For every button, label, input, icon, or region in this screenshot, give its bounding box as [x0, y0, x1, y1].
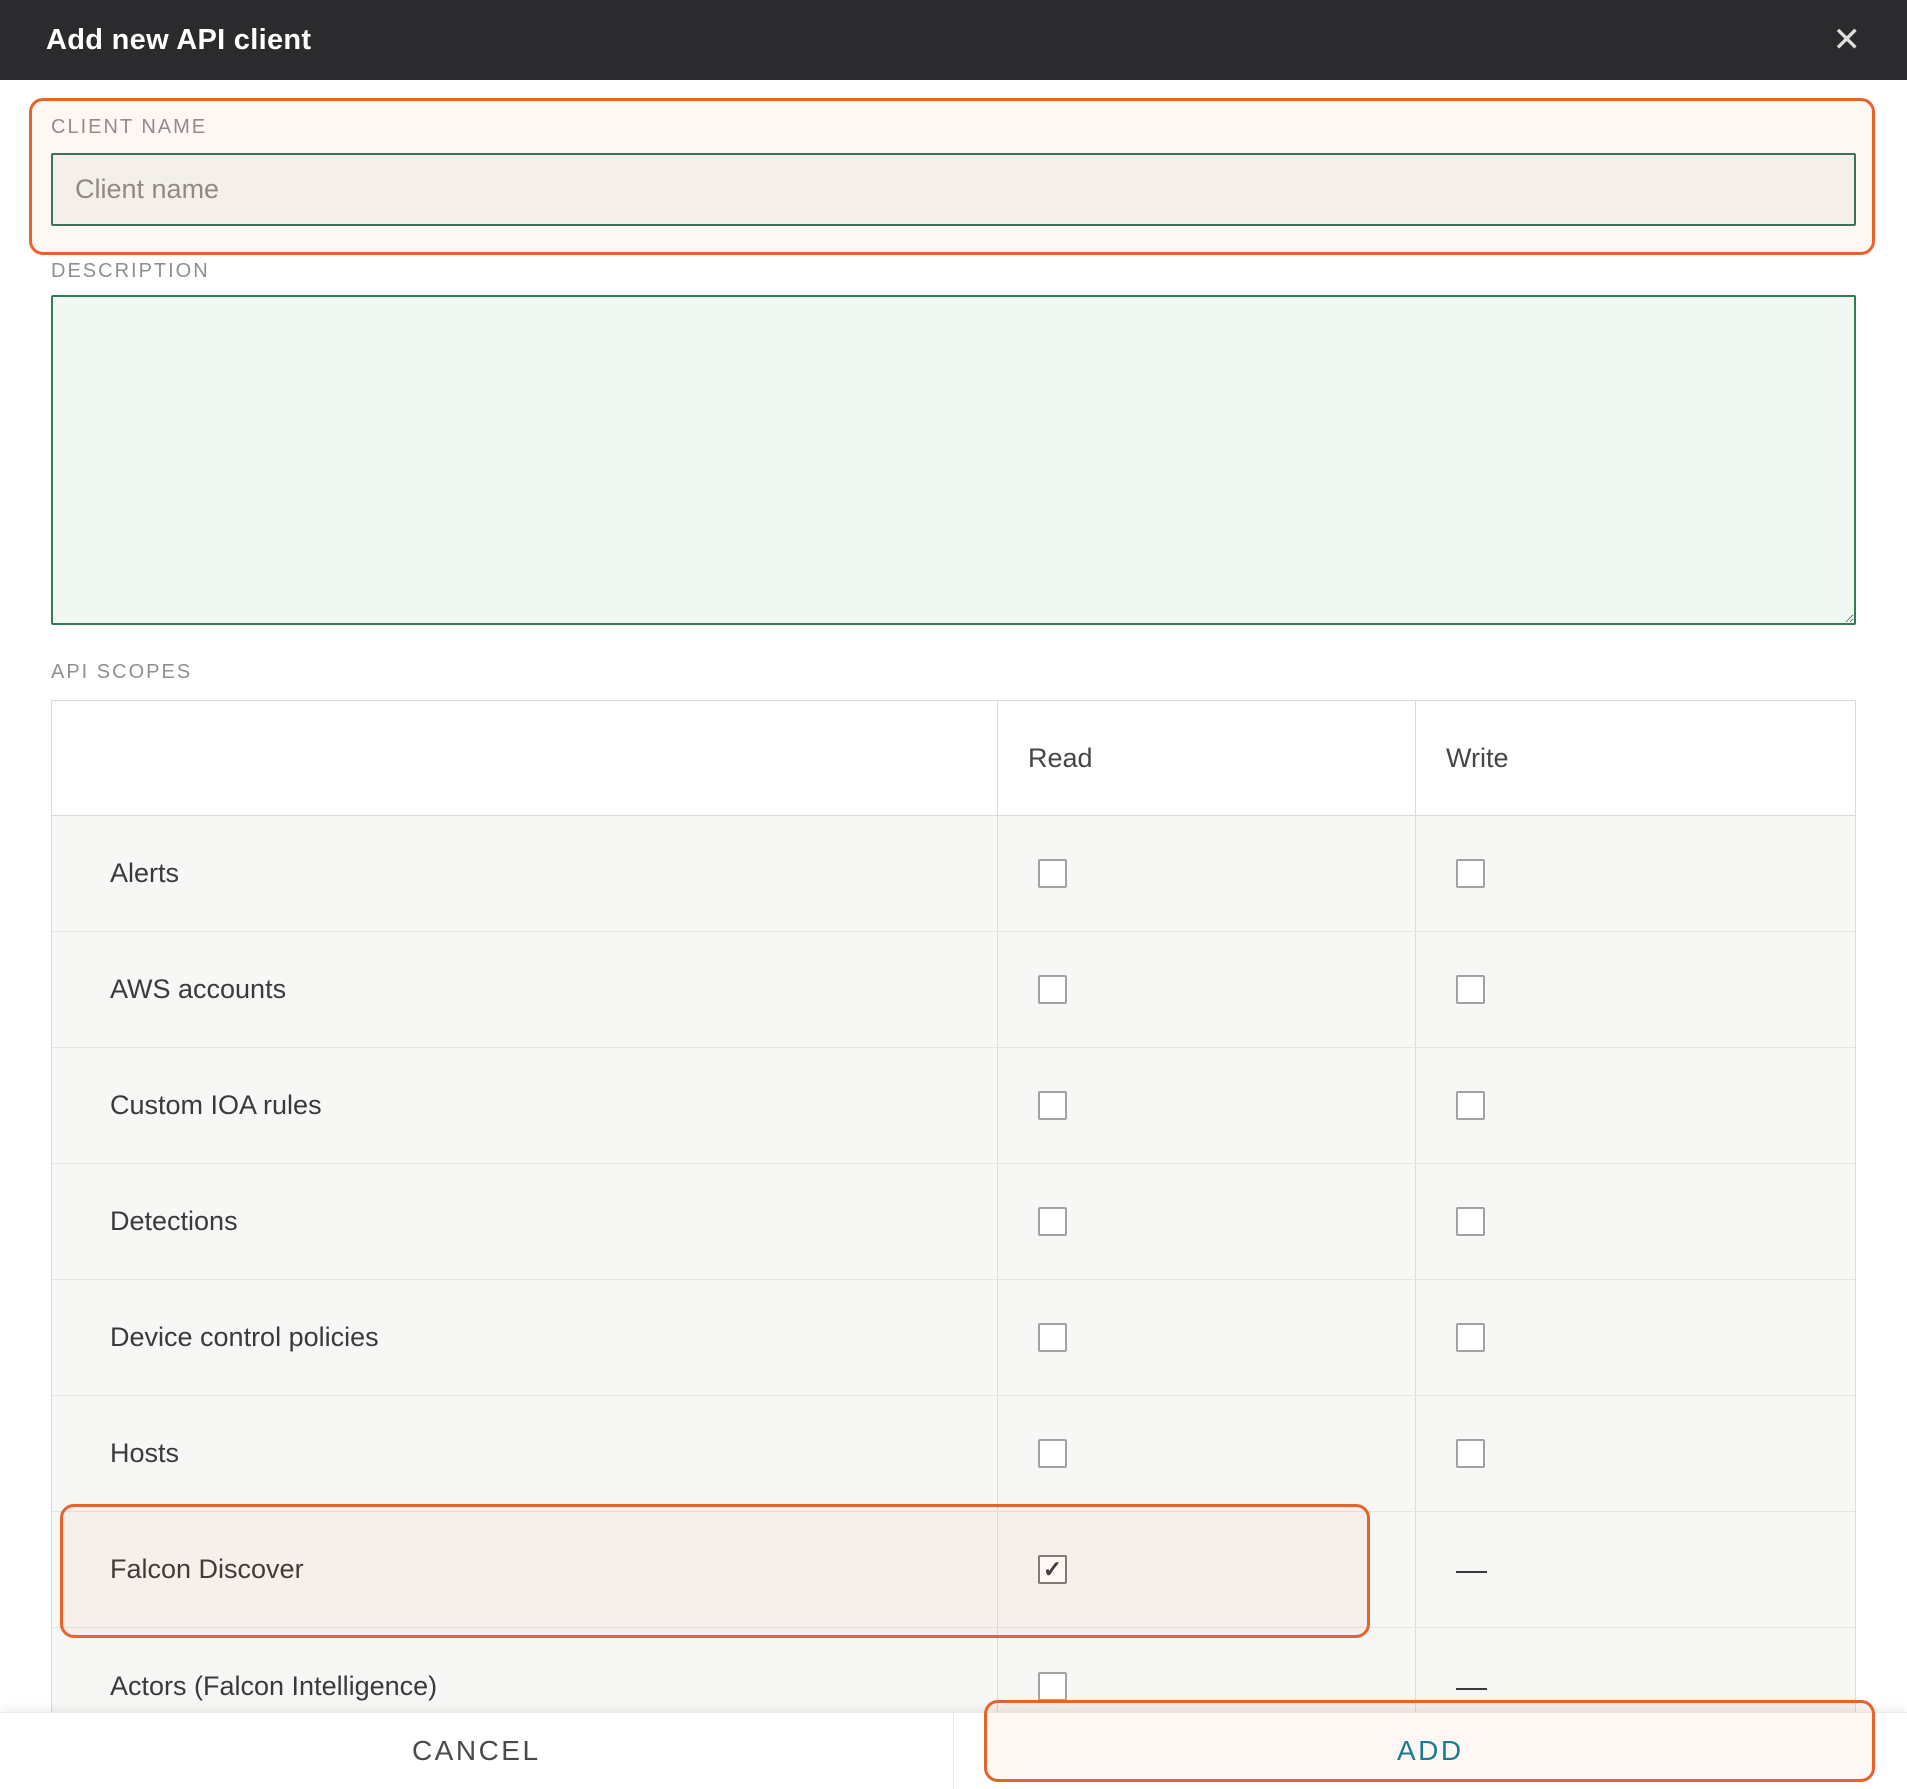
scopes-table-body: Alerts AWS accounts Custom IOA rules Det…	[52, 816, 1855, 1744]
client-name-input[interactable]	[51, 153, 1856, 226]
api-scopes-label: API SCOPES	[51, 661, 1856, 684]
modal-title: Add new API client	[46, 24, 311, 57]
description-textarea[interactable]	[51, 295, 1856, 625]
client-name-label: CLIENT NAME	[51, 116, 1856, 139]
scope-name: Hosts	[110, 1438, 179, 1469]
write-checkbox[interactable]	[1456, 1323, 1485, 1352]
add-button[interactable]: ADD	[954, 1713, 1907, 1789]
add-api-client-modal: Add new API client ✕ CLIENT NAME DESCRIP…	[0, 0, 1907, 1789]
no-write-access-dash: —	[1456, 1671, 1487, 1702]
read-checkbox[interactable]: ✓	[1038, 1555, 1067, 1584]
read-checkbox[interactable]	[1038, 1672, 1067, 1701]
scope-row: Device control policies	[52, 1280, 1855, 1396]
read-checkbox[interactable]	[1038, 1439, 1067, 1468]
read-checkbox[interactable]	[1038, 1323, 1067, 1352]
scope-row: Detections	[52, 1164, 1855, 1280]
write-column-header: Write	[1415, 701, 1855, 815]
write-checkbox[interactable]	[1456, 1439, 1485, 1468]
scope-row: Alerts	[52, 816, 1855, 932]
write-checkbox[interactable]	[1456, 1207, 1485, 1236]
modal-footer: CANCEL ADD	[0, 1712, 1907, 1789]
scope-name: Actors (Falcon Intelligence)	[110, 1671, 437, 1702]
write-checkbox[interactable]	[1456, 975, 1485, 1004]
scope-row: Falcon Discover ✓ —	[52, 1512, 1855, 1628]
read-checkbox[interactable]	[1038, 1207, 1067, 1236]
scope-row: AWS accounts	[52, 932, 1855, 1048]
close-icon[interactable]: ✕	[1833, 23, 1862, 57]
cancel-button[interactable]: CANCEL	[0, 1713, 954, 1789]
read-checkbox[interactable]	[1038, 1091, 1067, 1120]
scope-name: Detections	[110, 1206, 238, 1237]
read-column-header: Read	[997, 701, 1415, 815]
read-checkbox[interactable]	[1038, 975, 1067, 1004]
modal-header: Add new API client ✕	[0, 0, 1907, 80]
modal-body: CLIENT NAME DESCRIPTION API SCOPES Read …	[0, 80, 1907, 1745]
scope-row: Hosts	[52, 1396, 1855, 1512]
api-scopes-table: Read Write Alerts AWS accounts Custom IO…	[51, 700, 1856, 1745]
table-header-row: Read Write	[52, 701, 1855, 816]
scope-name: Alerts	[110, 858, 179, 889]
write-checkbox[interactable]	[1456, 859, 1485, 888]
write-checkbox[interactable]	[1456, 1091, 1485, 1120]
scope-name: Custom IOA rules	[110, 1090, 322, 1121]
scope-name: Falcon Discover	[110, 1554, 304, 1585]
scope-name: Device control policies	[110, 1322, 379, 1353]
description-label: DESCRIPTION	[51, 260, 1856, 283]
no-write-access-dash: —	[1456, 1554, 1487, 1585]
scope-row: Custom IOA rules	[52, 1048, 1855, 1164]
read-checkbox[interactable]	[1038, 859, 1067, 888]
scope-column-header	[52, 701, 997, 815]
scope-name: AWS accounts	[110, 974, 286, 1005]
